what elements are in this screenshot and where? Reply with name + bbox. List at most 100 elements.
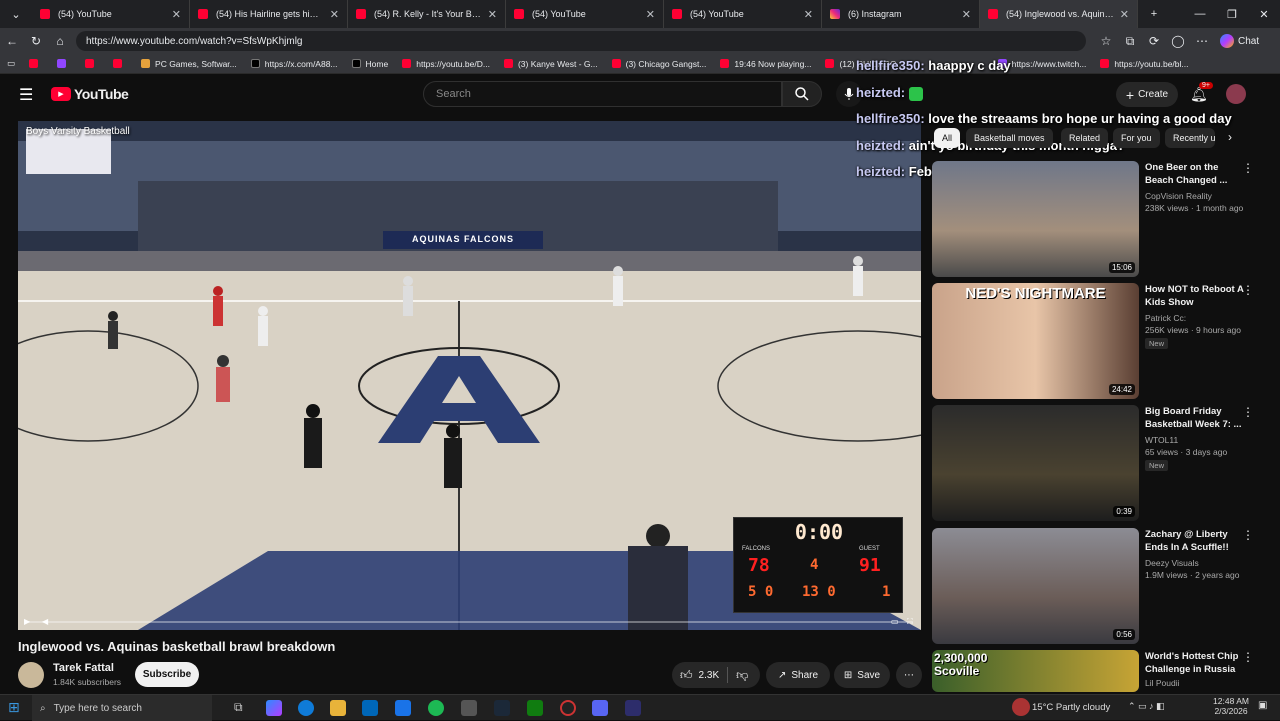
- app-icon[interactable]: [625, 700, 641, 716]
- chip-basketball-moves[interactable]: Basketball moves: [966, 128, 1053, 148]
- recommendation-0[interactable]: 15:06 One Beer on the Beach Changed ... …: [932, 161, 1272, 279]
- channel-name[interactable]: WTOL11: [1145, 435, 1178, 445]
- url-field[interactable]: https://www.youtube.com/watch?v=SfsWpKhj…: [76, 31, 1086, 51]
- bookmark-chicago-gangst[interactable]: (3) Chicago Gangst...: [605, 59, 714, 69]
- favorites-icon[interactable]: ☆: [1094, 30, 1118, 52]
- close-icon[interactable]: ✕: [962, 8, 971, 21]
- collections-icon[interactable]: ⟳: [1142, 30, 1166, 52]
- weather-text[interactable]: 15°C Partly cloudy: [1032, 702, 1110, 713]
- video-player[interactable]: Boys Varsity Basketball AQUINAS FALCONS …: [18, 121, 921, 630]
- spotify-app-icon[interactable]: [428, 700, 444, 716]
- minimize-icon[interactable]: —: [1184, 0, 1216, 28]
- chip-related[interactable]: Related: [1061, 128, 1109, 148]
- miniplayer-icon[interactable]: ▭: [891, 617, 899, 626]
- bookmark-now-playing[interactable]: 19:46 Now playing...: [713, 59, 818, 69]
- app-icon[interactable]: [461, 700, 477, 716]
- channel-name[interactable]: Deezy Visuals: [1145, 558, 1199, 568]
- chip-recently-uploaded[interactable]: Recently u: [1165, 128, 1215, 148]
- chip-all[interactable]: All: [934, 128, 961, 148]
- task-view-icon[interactable]: ⧉: [234, 700, 250, 716]
- xbox-app-icon[interactable]: [527, 700, 543, 716]
- fullscreen-icon[interactable]: ⛶: [907, 617, 913, 627]
- share-button[interactable]: ↗ Share: [766, 662, 830, 688]
- bookmark-youtube-2[interactable]: [78, 59, 106, 68]
- recommendation-3[interactable]: 0:56 Zachary @ Liberty Ends In A Scuffle…: [932, 528, 1272, 646]
- discord-app-icon[interactable]: [592, 700, 608, 716]
- app-icon[interactable]: [560, 700, 576, 716]
- video-thumbnail[interactable]: 2,300,000 Scoville: [932, 650, 1139, 692]
- steam-app-icon[interactable]: [494, 700, 510, 716]
- notification-center-icon[interactable]: ▣: [1258, 700, 1267, 711]
- video-thumbnail[interactable]: NED'S NIGHTMARE 24:42: [932, 283, 1139, 399]
- recommendation-1[interactable]: NED'S NIGHTMARE 24:42 How NOT to Reboot …: [932, 283, 1272, 401]
- copilot-app-icon[interactable]: [266, 700, 282, 716]
- notifications-button[interactable]: 🔔︎ 9+: [1190, 82, 1213, 103]
- bookmark-youtube-3[interactable]: [106, 59, 134, 68]
- like-button[interactable]: 👍︎ 2.3K: [680, 668, 719, 683]
- tray-icons[interactable]: ⌃ ▭ ♪ ◧: [1128, 701, 1165, 712]
- bookmark-pc-games[interactable]: PC Games, Softwar...: [134, 59, 244, 69]
- chip-for-you[interactable]: For you: [1113, 128, 1160, 148]
- subscribe-button[interactable]: Subscribe: [135, 662, 199, 687]
- video-title[interactable]: How NOT to Reboot A Kids Show: [1145, 283, 1245, 309]
- profile-icon[interactable]: ◯: [1166, 30, 1190, 52]
- chevron-right-icon[interactable]: ›: [1228, 130, 1232, 144]
- tab-1[interactable]: (54) His Hairline gets him REJECTED ✕: [190, 0, 348, 28]
- windows-start-icon[interactable]: ⊞: [8, 699, 20, 716]
- chat-button[interactable]: Chat: [1220, 34, 1259, 48]
- restore-icon[interactable]: ❐: [1216, 0, 1248, 28]
- tab-0[interactable]: (54) YouTube ✕: [32, 0, 190, 28]
- more-actions-icon[interactable]: ⋯: [896, 662, 922, 688]
- video-thumbnail[interactable]: 15:06: [932, 161, 1139, 277]
- video-title[interactable]: One Beer on the Beach Changed ...: [1145, 161, 1245, 187]
- search-button[interactable]: [782, 81, 822, 107]
- new-tab-icon[interactable]: +: [1138, 0, 1170, 28]
- close-icon[interactable]: ✕: [330, 8, 339, 21]
- thumbs-down-icon[interactable]: 👎︎: [736, 668, 748, 683]
- close-icon[interactable]: ✕: [646, 8, 655, 21]
- app-icon[interactable]: [395, 700, 411, 716]
- close-icon[interactable]: ✕: [804, 8, 813, 21]
- create-button[interactable]: + Create: [1116, 82, 1178, 107]
- more-options-icon[interactable]: ⋮: [1242, 405, 1254, 419]
- channel-name[interactable]: Lil Poudii: [1145, 678, 1180, 688]
- recommendation-4[interactable]: 2,300,000 Scoville World's Hottest Chip …: [932, 650, 1272, 692]
- tab-3[interactable]: (54) YouTube ✕: [506, 0, 664, 28]
- more-options-icon[interactable]: ⋮: [1242, 283, 1254, 297]
- close-icon[interactable]: ✕: [172, 8, 181, 21]
- close-icon[interactable]: ✕: [1120, 8, 1129, 21]
- avatar[interactable]: [1226, 84, 1246, 104]
- bookmark-youtu-be-2[interactable]: https://youtu.be/bl...: [1093, 59, 1195, 69]
- home-icon[interactable]: ⌂: [48, 30, 72, 52]
- tab-4[interactable]: (54) YouTube ✕: [664, 0, 822, 28]
- back-arrow-icon[interactable]: ←: [0, 30, 24, 52]
- reading-list-icon[interactable]: ▭: [0, 58, 22, 69]
- volume-icon[interactable]: ◀︎: [42, 617, 48, 626]
- channel-name[interactable]: Patrick Cc:: [1145, 313, 1186, 323]
- search-input[interactable]: Search: [423, 81, 782, 107]
- more-menu-icon[interactable]: ⋯: [1190, 30, 1214, 52]
- refresh-icon[interactable]: ↻: [24, 30, 48, 52]
- taskbar-clock[interactable]: 12:48 AM 2/3/2026: [1208, 696, 1254, 716]
- video-title[interactable]: World's Hottest Chip Challenge in Russia: [1145, 650, 1245, 676]
- window-close-icon[interactable]: ✕: [1248, 0, 1280, 28]
- progress-bar[interactable]: [26, 621, 913, 623]
- close-icon[interactable]: ✕: [488, 8, 497, 21]
- save-button[interactable]: ⊞ Save: [834, 662, 890, 688]
- tab-actions-icon[interactable]: ⌄: [0, 0, 32, 28]
- video-thumbnail[interactable]: 0:39: [932, 405, 1139, 521]
- video-thumbnail[interactable]: 0:56: [932, 528, 1139, 644]
- bookmark-x-home[interactable]: Home: [345, 59, 396, 69]
- bookmark-twitch[interactable]: [50, 59, 78, 68]
- bookmark-x-1[interactable]: https://x.com/A88...: [244, 59, 345, 69]
- youtube-logo[interactable]: ▶ YouTube: [51, 86, 129, 102]
- recommendation-2[interactable]: 0:39 Big Board Friday Basketball Week 7:…: [932, 405, 1272, 523]
- tab-6-active[interactable]: (54) Inglewood vs. Aquinas ba ✕: [980, 0, 1138, 28]
- taskbar-search[interactable]: ⌕ Type here to search: [32, 695, 212, 721]
- store-app-icon[interactable]: [362, 700, 378, 716]
- hamburger-menu-icon[interactable]: ☰: [19, 85, 33, 105]
- video-title[interactable]: Zachary @ Liberty Ends In A Scuffle!!: [1145, 528, 1245, 554]
- channel-avatar[interactable]: [18, 662, 44, 688]
- video-title[interactable]: Big Board Friday Basketball Week 7: ...: [1145, 405, 1245, 431]
- edge-app-icon[interactable]: [298, 700, 314, 716]
